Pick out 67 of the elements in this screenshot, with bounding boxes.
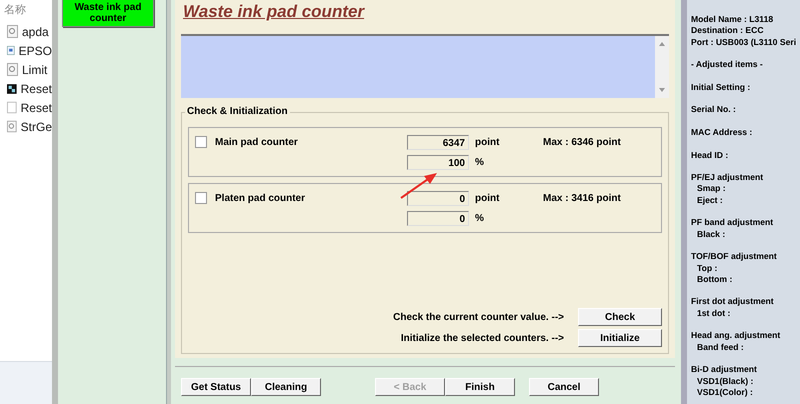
info-text: Head ID : xyxy=(691,150,730,161)
file-item[interactable]: Limit xyxy=(0,60,52,79)
info-text: Destination : ECC xyxy=(691,25,765,37)
unit-label: % xyxy=(474,212,485,224)
checkbox[interactable] xyxy=(195,192,207,204)
info-text: Top : xyxy=(696,262,718,274)
document-icon xyxy=(7,25,18,38)
action-prompt: Check the current counter value. --> xyxy=(392,312,564,322)
point-field: 0 xyxy=(407,190,469,206)
point-field: 6347 xyxy=(407,134,469,150)
action-button[interactable]: Check xyxy=(578,308,662,326)
footer-button[interactable]: Cleaning xyxy=(251,378,321,396)
info-text: Eject : xyxy=(696,194,724,206)
unit-label: % xyxy=(474,156,485,168)
footer-button[interactable]: Get Status xyxy=(181,378,251,396)
counter-label: Main pad counter xyxy=(215,136,298,148)
info-text: Port : USB003 (L3110 Seri xyxy=(691,36,798,48)
scroll-up-icon[interactable] xyxy=(659,42,665,46)
info-text: PF band adjustment xyxy=(691,217,774,229)
arrow-annotation-icon xyxy=(399,172,439,200)
max-label: Max : 6346 point xyxy=(542,136,622,148)
unit-label: point xyxy=(474,192,500,204)
info-text: Model Name : L3118 xyxy=(691,14,774,26)
document-icon xyxy=(7,120,17,133)
info-text: Bi-D adjustment xyxy=(691,364,758,376)
page-title: Waste ink pad counter xyxy=(182,1,366,23)
info-text: Black : xyxy=(696,228,726,240)
nav-tab[interactable]: Waste ink pad counter xyxy=(62,0,154,27)
info-text: PF/EJ adjustment xyxy=(691,172,764,184)
group-title: Check & Initialization xyxy=(185,106,290,117)
info-text: Head ang. adjustment xyxy=(691,330,782,342)
file-item[interactable]: EPSO xyxy=(0,41,52,60)
info-text: MAC Address : xyxy=(691,126,754,138)
action-button[interactable]: Initialize xyxy=(578,329,662,347)
counter-label: Platen pad counter xyxy=(215,192,306,204)
checkbox[interactable] xyxy=(195,136,207,148)
info-text: 1st dot : xyxy=(696,308,732,320)
file-item[interactable]: StrGe xyxy=(0,117,52,136)
document-icon xyxy=(7,63,18,76)
column-header: 名称 xyxy=(3,3,27,18)
application-icon xyxy=(7,82,17,94)
info-text: Band feed : xyxy=(696,342,745,353)
info-text: Smap : xyxy=(696,183,727,195)
percent-field: 0 xyxy=(407,210,469,226)
footer-button[interactable]: Finish xyxy=(445,378,515,396)
explorer-footer xyxy=(0,361,52,404)
info-text: VSD1(Color) : xyxy=(696,386,754,398)
action-prompt: Initialize the selected counters. --> xyxy=(400,332,564,344)
info-text: Serial No. : xyxy=(691,104,737,116)
scrollbar[interactable] xyxy=(655,36,669,98)
file-item[interactable]: Reset xyxy=(0,79,52,98)
info-text: Bottom : xyxy=(696,274,734,286)
footer-button[interactable]: Cancel xyxy=(529,378,599,396)
info-text: VSD1(Black) : xyxy=(696,376,754,387)
info-text: TOF/BOF adjustment xyxy=(691,251,778,263)
info-text: - Adjusted items - xyxy=(691,59,764,70)
document-icon xyxy=(7,44,15,57)
max-label: Max : 3416 point xyxy=(542,192,622,204)
unit-label: point xyxy=(474,136,500,148)
file-item[interactable]: Reset xyxy=(0,98,52,117)
file-item[interactable]: apda xyxy=(0,22,52,41)
scroll-down-icon[interactable] xyxy=(659,88,665,92)
message-area[interactable] xyxy=(181,34,669,98)
blank-file-icon xyxy=(7,101,17,114)
info-text: First dot adjustment xyxy=(691,296,775,308)
percent-field: 100 xyxy=(407,154,469,170)
info-text: Initial Setting : xyxy=(691,82,752,94)
